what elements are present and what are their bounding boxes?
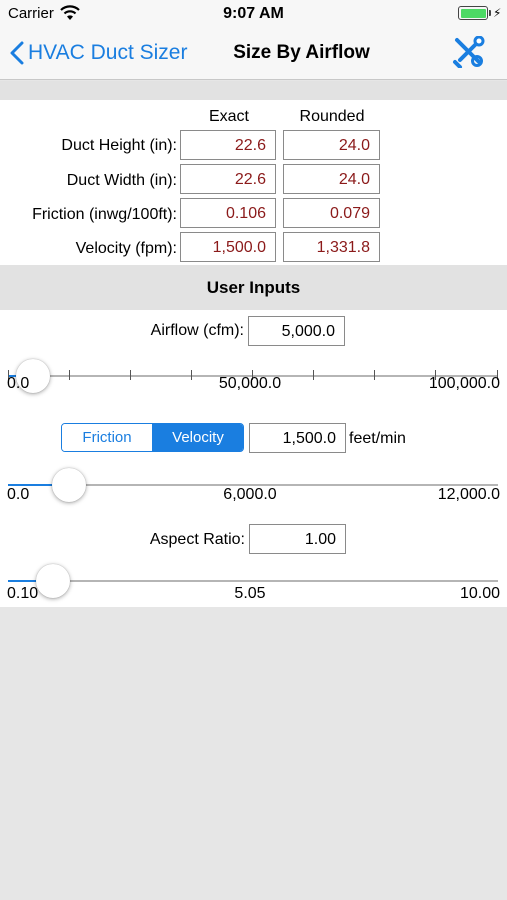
battery-tip	[489, 10, 491, 16]
segment-velocity[interactable]: Velocity	[153, 424, 243, 451]
airflow-max-label: 100,000.0	[428, 375, 500, 392]
duct-width-exact: 22.6	[180, 164, 276, 194]
airflow-tick	[313, 370, 314, 380]
page-title: Size By Airflow	[233, 42, 370, 63]
velocity-input[interactable]: 1,500.0	[249, 423, 346, 453]
tools-settings-icon[interactable]	[451, 36, 485, 68]
duct-width-rounded: 24.0	[283, 164, 380, 194]
airflow-mid-label: 50,000.0	[218, 375, 282, 392]
velocity-rounded: 1,331.8	[283, 232, 380, 262]
duct-width-label: Duct Width (in):	[66, 172, 177, 189]
aspect-ratio-label: Aspect Ratio:	[149, 531, 245, 548]
velocity-exact: 1,500.0	[180, 232, 276, 262]
aspect-mid-label: 5.05	[234, 585, 266, 602]
duct-height-exact: 22.6	[180, 130, 276, 160]
duct-height-label: Duct Height (in):	[61, 137, 177, 154]
user-inputs-title: User Inputs	[206, 278, 301, 297]
airflow-tick	[69, 370, 70, 380]
velocity-mid-label: 6,000.0	[223, 486, 277, 503]
velocity-min-label: 0.0	[7, 486, 30, 503]
airflow-tick	[130, 370, 131, 380]
charging-icon: ⚡	[493, 6, 502, 20]
velocity-unit-label: feet/min	[349, 430, 406, 447]
aspect-max-label: 10.00	[459, 585, 500, 602]
friction-label: Friction (inwg/100ft):	[32, 206, 177, 223]
aspect-slider-track	[8, 580, 498, 582]
velocity-max-label: 12,000.0	[437, 486, 500, 503]
velocity-slider-thumb[interactable]	[52, 468, 87, 502]
airflow-min-label: 0.0	[7, 375, 30, 392]
friction-rounded: 0.079	[283, 198, 380, 228]
status-time: 9:07 AM	[223, 5, 284, 22]
aspect-ratio-input[interactable]: 1.00	[249, 524, 346, 554]
battery-icon	[458, 6, 488, 20]
aspect-slider-thumb[interactable]	[35, 564, 70, 598]
airflow-tick	[374, 370, 375, 380]
airflow-label: Airflow (cfm):	[150, 322, 244, 339]
velocity-label: Velocity (fpm):	[75, 240, 177, 257]
duct-height-rounded: 24.0	[283, 130, 380, 160]
mode-segmented-control[interactable]: Friction Velocity	[61, 423, 244, 452]
aspect-min-label: 0.10	[7, 585, 39, 602]
rounded-column-header: Rounded	[299, 108, 365, 125]
top-spacer	[0, 81, 507, 100]
friction-exact: 0.106	[180, 198, 276, 228]
exact-column-header: Exact	[208, 108, 249, 125]
user-inputs-panel	[0, 310, 507, 607]
airflow-input[interactable]: 5,000.0	[248, 316, 345, 346]
segment-friction[interactable]: Friction	[62, 424, 153, 451]
